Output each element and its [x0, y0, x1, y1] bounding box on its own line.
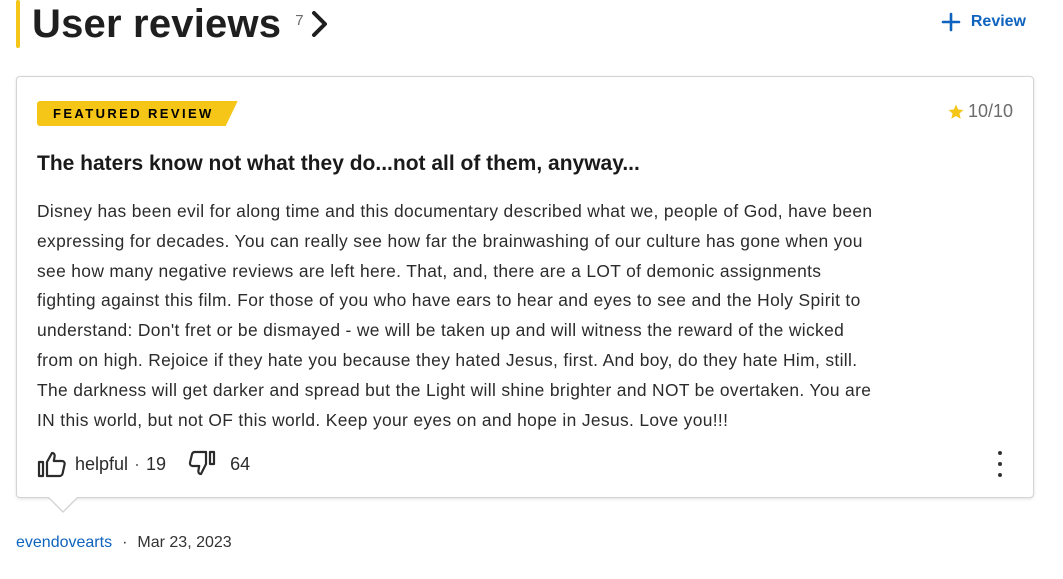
more-options-icon[interactable] [995, 451, 1005, 477]
review-body-line: fighting against this film. For those of… [37, 290, 861, 311]
review-body-line: The darkness will get darker and spread … [37, 379, 872, 400]
review-title[interactable]: The haters know not what they do...not a… [37, 151, 640, 177]
page-title[interactable]: User reviews [32, 0, 281, 48]
review-actions: helpful · 19 64 [37, 449, 250, 479]
unhelpful-count: 64 [230, 453, 251, 474]
chevron-right-icon[interactable] [310, 9, 332, 39]
review-count: 7 [295, 11, 304, 29]
review-body-line: expressing for decades. You can really s… [37, 230, 863, 251]
add-review-button[interactable]: Review [941, 12, 1026, 32]
thumbs-down-icon[interactable] [188, 450, 218, 478]
section-header: User reviews 7 Review [16, 0, 1026, 48]
rating-max: /10 [987, 101, 1013, 121]
review-rating: 10 /10 [947, 101, 1013, 122]
review-body: Disney has been evil for along time and … [37, 197, 1017, 435]
card-pointer [47, 496, 79, 513]
more-dot [998, 473, 1002, 477]
plus-icon [941, 12, 961, 32]
review-body-line: Disney has been evil for along time and … [37, 201, 873, 221]
star-icon [948, 104, 964, 119]
author-link[interactable]: evendovearts [16, 534, 112, 552]
helpful-count: 19 [146, 453, 167, 474]
meta-separator: · [122, 534, 128, 551]
review-body-line: see how many negative reviews are left h… [37, 260, 822, 281]
more-dot [998, 462, 1002, 466]
review-body-line: from on high. Rejoice if they hate you b… [37, 349, 858, 370]
more-dot [998, 451, 1002, 455]
review-body-line: IN this world, but not OF this world. Ke… [37, 409, 729, 430]
rating-value: 10 [967, 101, 988, 121]
featured-review-badge: FEATURED REVIEW [37, 101, 238, 126]
helpful-label: helpful [75, 453, 129, 474]
review-card: FEATURED REVIEW 10 /10 The haters know n… [16, 76, 1034, 513]
header-accent-bar [16, 0, 20, 48]
review-meta: evendovearts · Mar 23, 2023 [16, 534, 232, 552]
add-review-label: Review [970, 13, 1026, 30]
thumbs-up-icon[interactable] [37, 450, 67, 478]
review-date: Mar 23, 2023 [137, 534, 232, 551]
review-body-line: understand: Don't fret or be dismayed - … [37, 320, 845, 341]
helpful-separator: · [134, 453, 141, 474]
